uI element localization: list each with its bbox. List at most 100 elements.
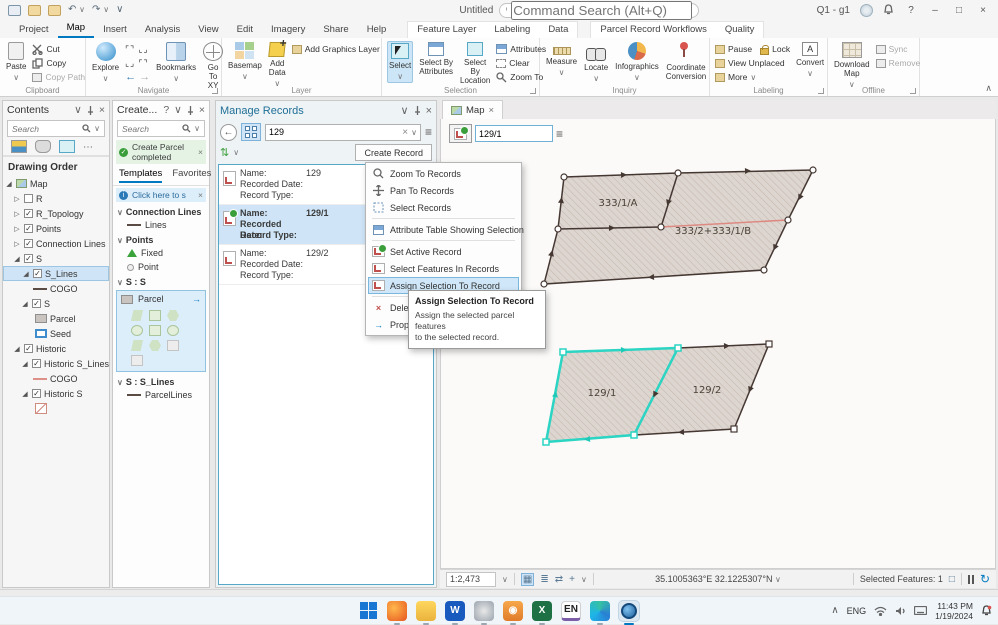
save-icon[interactable]	[8, 5, 21, 16]
tab-quality[interactable]: Quality	[716, 22, 764, 38]
layer-checkbox[interactable]: ✓	[24, 209, 33, 218]
menu-item-zoom-to-records[interactable]: Zoom To Records	[368, 165, 519, 182]
coordinate-conversion-button[interactable]: Coordinate Conversion	[665, 41, 707, 82]
infographics-button[interactable]: Infographics∨	[614, 41, 660, 83]
tab-map[interactable]: Map	[58, 20, 94, 38]
next-extent-icon[interactable]: →	[139, 71, 150, 83]
tab-share[interactable]: Share	[314, 22, 357, 38]
legend-historic-swatch[interactable]	[3, 401, 109, 416]
notifications-bell-icon[interactable]	[883, 4, 894, 16]
collapse-ribbon-icon[interactable]: ∧	[985, 83, 992, 94]
expand-icon[interactable]: ▷	[13, 195, 21, 203]
close-icon[interactable]: ×	[198, 190, 203, 200]
template-point[interactable]: Point	[113, 260, 209, 274]
layer-checkbox[interactable]: ✓	[24, 224, 33, 233]
chevron-down-icon[interactable]: ∨	[401, 104, 409, 117]
layer-checkbox[interactable]: ✓	[24, 254, 33, 263]
expand-icon[interactable]: ◢	[21, 360, 29, 368]
legend-seed[interactable]: Seed	[3, 326, 109, 341]
paint-icon[interactable]	[474, 601, 494, 621]
record-search[interactable]: × ∨	[265, 124, 421, 141]
layer-s[interactable]: ◢ ✓S	[3, 251, 109, 266]
close-icon[interactable]: ×	[198, 147, 203, 157]
menu-item-pan-to-records[interactable]: Pan To Records	[368, 182, 519, 199]
record-options-menu-icon[interactable]: ≡	[556, 127, 563, 141]
measure-button[interactable]: Measure∨	[545, 41, 578, 78]
tab-favorites[interactable]: Favorites	[172, 168, 211, 183]
tab-insert[interactable]: Insert	[94, 22, 136, 38]
create-search[interactable]: ∨	[117, 120, 205, 137]
swap-icon[interactable]: ⇄	[555, 574, 563, 585]
expand-icon[interactable]: ◢	[22, 270, 30, 278]
view-unplaced-button[interactable]: View Unplaced	[715, 57, 790, 69]
firefox-icon[interactable]	[387, 601, 407, 621]
pin-icon[interactable]	[187, 106, 194, 115]
maximize-button[interactable]: □	[952, 5, 966, 16]
create-search-input[interactable]	[122, 124, 179, 134]
selection-box-icon[interactable]: □	[949, 574, 955, 585]
lock-labels-button[interactable]: Lock	[760, 43, 790, 55]
tab-imagery[interactable]: Imagery	[262, 22, 314, 38]
layer-r-topology[interactable]: ▷ ✓R_Topology	[3, 206, 109, 221]
start-button[interactable]	[358, 601, 378, 621]
contents-search-input[interactable]	[12, 124, 79, 134]
tool-ellipse-icon[interactable]	[167, 325, 179, 336]
tool-circle-icon[interactable]	[131, 325, 143, 336]
copy-path-button[interactable]: Copy Path	[32, 71, 85, 83]
legend-parcel[interactable]: Parcel	[3, 311, 109, 326]
tray-bell-icon[interactable]	[981, 605, 992, 617]
selected-features-count[interactable]: Selected Features: 1	[860, 574, 943, 584]
zoom-to-selection-button[interactable]: Zoom To	[496, 71, 546, 83]
scale-dropdown[interactable]: 1:2,473	[446, 572, 496, 587]
cut-button[interactable]: Cut	[32, 43, 85, 55]
select-by-location-button[interactable]: Select By Location	[459, 41, 491, 86]
paste-button[interactable]: Paste∨	[5, 41, 27, 83]
language-indicator[interactable]: ENG	[847, 606, 867, 616]
tool-polygon-icon[interactable]	[131, 310, 143, 321]
add-folder-icon[interactable]	[48, 5, 61, 16]
expand-icon[interactable]: ▷	[13, 225, 21, 233]
layer-historic[interactable]: ◢ ✓Historic	[3, 341, 109, 356]
expand-icon[interactable]: ▷	[13, 210, 21, 218]
scale-chevron-icon[interactable]: ∨	[502, 575, 508, 584]
excel-icon[interactable]: X	[532, 601, 552, 621]
layer-s-lines-selected[interactable]: ◢ ✓S_Lines	[3, 266, 109, 281]
command-search-input[interactable]	[511, 1, 692, 20]
expand-icon[interactable]: ◢	[21, 300, 29, 308]
select-by-attributes-button[interactable]: Select By Attributes	[418, 41, 454, 77]
tool-rightangle-icon[interactable]	[167, 310, 179, 321]
list-toggle-icon[interactable]: ≣	[540, 574, 548, 585]
tool-autocomplete-icon[interactable]	[149, 310, 161, 321]
tab-feature-layer[interactable]: Feature Layer	[408, 22, 485, 38]
attributes-button[interactable]: Attributes	[496, 43, 546, 55]
create-record-button[interactable]: Create Record	[355, 144, 432, 161]
close-icon[interactable]: ×	[99, 104, 105, 116]
menu-item-attribute-table[interactable]: Attribute Table Showing Selection	[368, 221, 519, 238]
tool-freehand-icon[interactable]	[131, 340, 143, 351]
command-search[interactable]	[499, 3, 699, 18]
refresh-icon[interactable]: ↻	[980, 572, 990, 586]
back-button[interactable]: ←	[220, 124, 237, 141]
pin-icon[interactable]	[87, 106, 94, 115]
layer-r[interactable]: ▷ R	[3, 191, 109, 206]
close-window-button[interactable]: ×	[976, 5, 990, 16]
arcgis-pro-icon[interactable]	[619, 601, 639, 621]
account-name[interactable]: Q1 - g1	[817, 5, 850, 16]
active-record-button[interactable]	[449, 124, 472, 143]
sync-button[interactable]: Sync	[876, 43, 921, 55]
add-graphics-layer-button[interactable]: Add Graphics Layer	[292, 43, 380, 55]
map-view-tab[interactable]: Map ×	[442, 100, 503, 119]
expand-icon[interactable]: ◢	[13, 255, 21, 263]
menu-item-set-active-record[interactable]: Set Active Record	[368, 243, 519, 260]
chevron-down-icon[interactable]: ∨	[194, 124, 200, 133]
layer-map[interactable]: ◢ Map	[3, 176, 109, 191]
expand-icon[interactable]: ◢	[13, 345, 21, 353]
list-by-drawing-order-icon[interactable]	[11, 140, 27, 153]
legend-cogo[interactable]: COGO	[3, 281, 109, 296]
expand-icon[interactable]: ▷	[13, 240, 21, 248]
tool-rectangle-icon[interactable]	[149, 325, 161, 336]
group-points[interactable]: ∨Points	[113, 232, 209, 246]
explore-button[interactable]: Explore∨	[91, 41, 120, 84]
layer-points[interactable]: ▷ ✓Points	[3, 221, 109, 236]
go-to-xy-button[interactable]: Go To XY	[202, 41, 224, 91]
